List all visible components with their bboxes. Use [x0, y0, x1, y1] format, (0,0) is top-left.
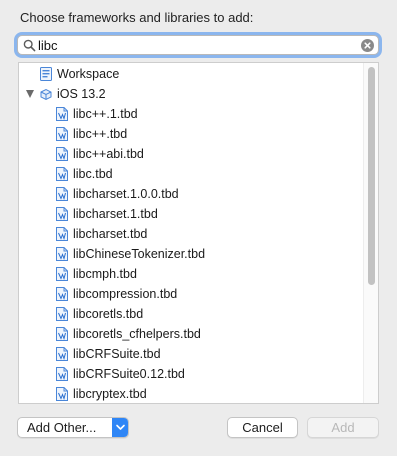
library-row[interactable]: libcharset.1.0.0.tbd [19, 184, 364, 204]
sdk-icon [40, 88, 52, 101]
tbd-file-icon [56, 287, 68, 301]
add-other-popup-arrow[interactable] [112, 418, 128, 437]
library-row[interactable]: libc.tbd [19, 164, 364, 184]
library-row[interactable]: libc++.1.tbd [19, 104, 364, 124]
chevron-down-icon [116, 424, 125, 430]
library-row[interactable]: libcharset.tbd [19, 224, 364, 244]
tbd-file-icon [56, 167, 68, 181]
vertical-scrollbar[interactable] [363, 63, 378, 403]
tbd-file-icon [56, 367, 68, 381]
library-label: libc++.tbd [73, 127, 128, 141]
clear-search-icon[interactable] [361, 39, 374, 52]
library-row[interactable]: libcharset.1.tbd [19, 204, 364, 224]
tree-item-workspace[interactable]: Workspace [19, 64, 364, 84]
library-label: libCRFSuite0.12.tbd [73, 367, 185, 381]
magnifying-glass-icon [23, 39, 36, 52]
tbd-file-icon [56, 267, 68, 281]
library-row[interactable]: libChineseTokenizer.tbd [19, 244, 364, 264]
search-input[interactable] [38, 37, 358, 53]
library-label: libcharset.1.0.0.tbd [73, 187, 179, 201]
cancel-button[interactable]: Cancel [227, 417, 298, 438]
tbd-file-icon [56, 247, 68, 261]
tbd-file-icon [56, 307, 68, 321]
tbd-file-icon [56, 207, 68, 221]
library-row[interactable]: libcmph.tbd [19, 264, 364, 284]
library-row[interactable]: libcryptex.tbd [19, 384, 364, 403]
add-button[interactable]: Add [307, 417, 379, 438]
tbd-file-icon [56, 347, 68, 361]
tbd-file-icon [56, 187, 68, 201]
library-label: libc++.1.tbd [73, 107, 138, 121]
tree-item-sdk[interactable]: iOS 13.2 [19, 84, 364, 104]
tbd-file-icon [56, 327, 68, 341]
library-label: libcompression.tbd [73, 287, 178, 301]
tbd-file-icon [56, 147, 68, 161]
sdk-label: iOS 13.2 [57, 87, 106, 101]
library-label: libcmph.tbd [73, 267, 137, 281]
library-label: libcharset.tbd [73, 227, 148, 241]
dialog-prompt: Choose frameworks and libraries to add: [20, 10, 254, 25]
workspace-label: Workspace [57, 67, 120, 81]
library-label: libChineseTokenizer.tbd [73, 247, 206, 261]
library-row[interactable]: libcoretls.tbd [19, 304, 364, 324]
library-row[interactable]: libCRFSuite.tbd [19, 344, 364, 364]
library-row[interactable]: libCRFSuite0.12.tbd [19, 364, 364, 384]
library-label: libcharset.1.tbd [73, 207, 158, 221]
tbd-file-icon [56, 227, 68, 241]
library-row[interactable]: libc++abi.tbd [19, 144, 364, 164]
frameworks-list[interactable]: Workspace iOS 13.2 libc++.1.tbd libc++.tb… [18, 62, 379, 404]
scrollbar-thumb[interactable] [368, 67, 375, 285]
tbd-file-icon [56, 387, 68, 401]
library-row[interactable]: libc++.tbd [19, 124, 364, 144]
library-label: libcoretls.tbd [73, 307, 144, 321]
library-row[interactable]: libcoretls_cfhelpers.tbd [19, 324, 364, 344]
add-other-button[interactable]: Add Other... [17, 417, 129, 438]
tbd-file-icon [56, 107, 68, 121]
tbd-file-icon [56, 127, 68, 141]
add-other-label: Add Other... [27, 420, 97, 435]
disclosure-triangle-icon[interactable] [26, 90, 34, 98]
search-field[interactable] [17, 35, 379, 55]
library-label: libc++abi.tbd [73, 147, 144, 161]
library-label: libcryptex.tbd [73, 387, 147, 401]
add-frameworks-sheet: Choose frameworks and libraries to add: [0, 0, 397, 456]
library-label: libCRFSuite.tbd [73, 347, 161, 361]
library-label: libc.tbd [73, 167, 113, 181]
library-row[interactable]: libcompression.tbd [19, 284, 364, 304]
library-label: libcoretls_cfhelpers.tbd [73, 327, 201, 341]
workspace-icon [40, 67, 52, 81]
